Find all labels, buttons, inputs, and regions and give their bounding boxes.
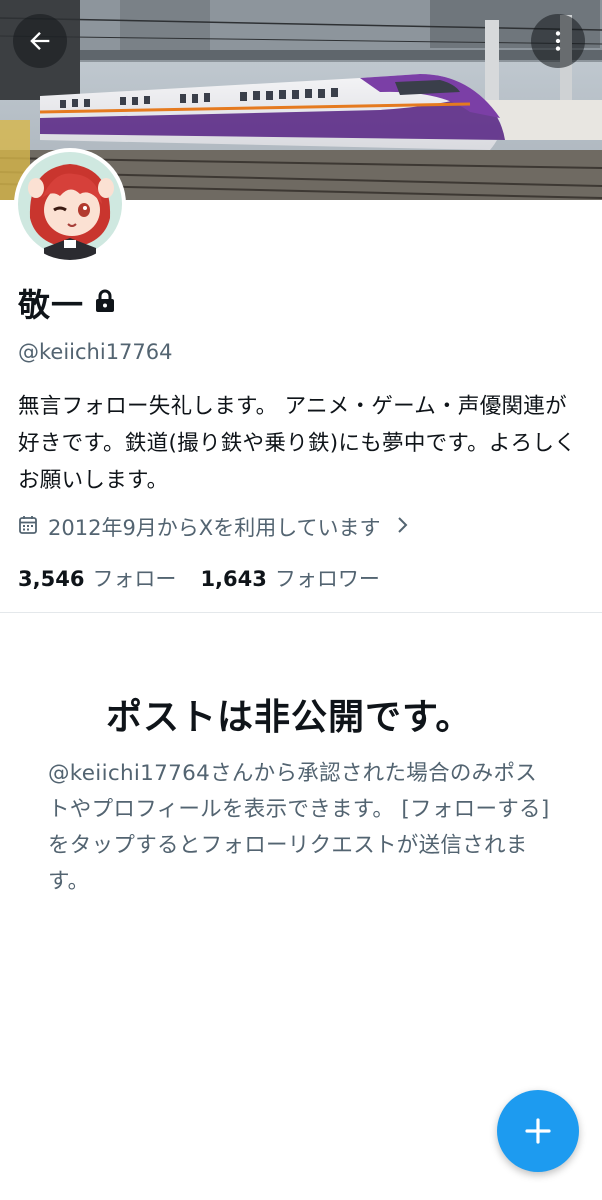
plus-icon (525, 1118, 551, 1144)
followers-link[interactable]: 1,643 フォロワー (200, 563, 379, 593)
protected-posts-title: ポストは非公開です。 (106, 697, 473, 738)
chevron-right-icon (397, 515, 409, 539)
user-handle: @keiichi17764 (18, 340, 173, 364)
profile-name-row: 敬一 (18, 280, 116, 326)
follow-stats: 3,546 フォロー 1,643 フォロワー (18, 563, 380, 593)
following-label: フォロー (92, 567, 177, 591)
lock-icon (94, 289, 116, 317)
divider (0, 612, 602, 613)
more-vertical-icon (555, 31, 561, 51)
profile-bio: 無言フォロー失礼します。 アニメ・ゲーム・声優関連が好きです。鉄道(撮り鉄や乗り… (18, 394, 577, 493)
protected-posts-message: @keiichi17764さんから承認された場合のみポストやプロフィールを表示で… (48, 761, 550, 894)
calendar-icon (18, 515, 38, 540)
joined-date[interactable]: 2012年9月からXを利用しています (18, 512, 409, 542)
compose-post-button[interactable] (497, 1090, 579, 1172)
display-name: 敬一 (18, 286, 85, 324)
avatar-image (18, 152, 122, 260)
following-link[interactable]: 3,546 フォロー (18, 563, 176, 593)
arrow-left-icon (30, 32, 50, 50)
avatar[interactable] (14, 148, 126, 260)
following-count: 3,546 (18, 567, 85, 591)
more-options-button[interactable] (531, 14, 585, 68)
back-button[interactable] (13, 14, 67, 68)
followers-label: フォロワー (274, 567, 380, 591)
joined-text: 2012年9月からXを利用しています (48, 516, 381, 540)
followers-count: 1,643 (200, 567, 267, 591)
